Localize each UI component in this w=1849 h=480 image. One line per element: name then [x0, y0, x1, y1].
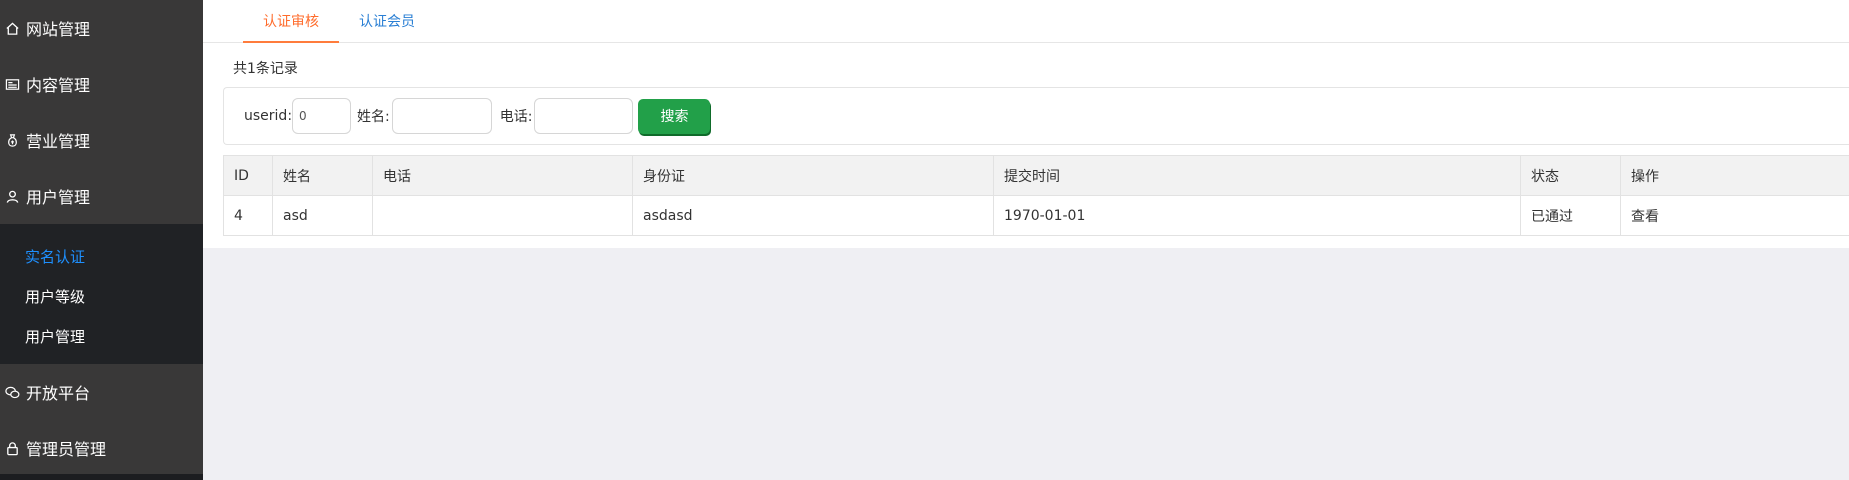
money-bag-icon [4, 132, 20, 148]
nav-group-label: 营业管理 [26, 132, 91, 151]
nav-group-content[interactable]: 内容管理 [0, 56, 203, 112]
cell-name: asd [272, 195, 373, 236]
nav-group-admins[interactable]: 管理员管理 [0, 420, 203, 476]
column-header-phone: 电话 [372, 155, 633, 196]
table-header-row: ID 姓名 电话 身份证 提交时间 状态 操作 [223, 155, 1849, 196]
userid-label: userid: [244, 108, 293, 124]
nav-group-label: 管理员管理 [26, 440, 107, 459]
column-header-action: 操作 [1620, 155, 1849, 196]
home-icon [4, 20, 20, 36]
sidebar: 网站管理 内容管理 营业管理 用户管理 实名认证 用户等级 用户管理 开放平台 … [0, 0, 203, 480]
cell-phone [372, 195, 633, 236]
cell-status: 已通过 [1520, 195, 1621, 236]
search-form: userid: 姓名: 电话: 搜索 [223, 87, 1849, 145]
sidebar-item-user-level[interactable]: 用户等级 [0, 276, 203, 316]
userid-input[interactable] [292, 98, 352, 134]
wechat-icon [4, 384, 20, 400]
tab-bar: 认证审核 认证会员 [203, 0, 1849, 43]
name-input[interactable] [391, 98, 492, 134]
auth-table: ID 姓名 电话 身份证 提交时间 状态 操作 4 asd asdasd 197… [223, 155, 1849, 236]
nav-group-label: 网站管理 [26, 20, 91, 39]
sidebar-bottom-strip [0, 474, 203, 480]
user-submenu: 实名认证 用户等级 用户管理 [0, 224, 203, 364]
nav-group-label: 内容管理 [26, 76, 91, 95]
record-count: 共1条记录 [233, 61, 298, 77]
user-icon [4, 188, 20, 204]
cell-id: 4 [223, 195, 273, 236]
nav-group-label: 开放平台 [26, 384, 91, 403]
sidebar-item-user-manage[interactable]: 用户管理 [0, 316, 203, 356]
main-panel: 认证审核 认证会员 共1条记录 userid: 姓名: 电话: 搜索 ID 姓名… [203, 0, 1849, 248]
search-button[interactable]: 搜索 [638, 98, 711, 134]
column-header-status: 状态 [1520, 155, 1621, 196]
cell-time: 1970-01-01 [993, 195, 1521, 236]
nav-group-business[interactable]: 营业管理 [0, 112, 203, 168]
column-header-id: ID [223, 155, 273, 196]
column-header-time: 提交时间 [993, 155, 1521, 196]
lock-icon [4, 440, 20, 456]
nav-group-label: 用户管理 [26, 188, 91, 207]
nav-group-website[interactable]: 网站管理 [0, 0, 203, 56]
tab-auth-members[interactable]: 认证会员 [339, 0, 435, 42]
column-header-name: 姓名 [272, 155, 373, 196]
image-icon [4, 76, 20, 92]
name-label: 姓名: [357, 109, 390, 125]
table-row: 4 asd asdasd 1970-01-01 已通过 查看 [223, 195, 1849, 236]
column-header-idcard: 身份证 [632, 155, 994, 196]
phone-label: 电话: [499, 109, 533, 125]
sidebar-item-real-name-auth[interactable]: 实名认证 [0, 236, 203, 276]
tab-auth-review[interactable]: 认证审核 [243, 0, 339, 43]
nav-group-open-platform[interactable]: 开放平台 [0, 364, 203, 420]
cell-action: 查看 [1620, 195, 1849, 236]
nav-group-users[interactable]: 用户管理 [0, 168, 203, 224]
phone-input[interactable] [534, 98, 634, 134]
view-link[interactable]: 查看 [1631, 209, 1659, 225]
cell-idcard: asdasd [632, 195, 994, 236]
